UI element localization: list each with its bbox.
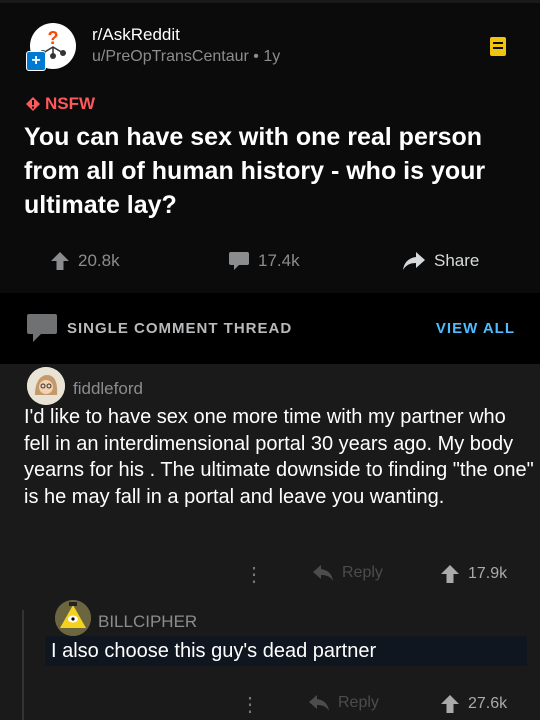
reply-vote-count: 27.6k: [468, 695, 508, 712]
thread-icon: [27, 314, 57, 342]
reply-icon: [309, 695, 329, 711]
reply-upvote-button[interactable]: 27.6k: [440, 694, 507, 714]
single-thread-bar: SINGLE COMMENT THREAD VIEW ALL: [0, 296, 540, 364]
post-author[interactable]: u/PreOpTransCentaur: [92, 48, 249, 65]
share-label: Share: [434, 251, 480, 270]
subreddit-name[interactable]: r/AskReddit: [92, 25, 180, 45]
comment-vote-count: 17.9k: [468, 565, 508, 582]
share-icon: [403, 252, 425, 270]
reply-label: Reply: [338, 694, 379, 711]
comment-author[interactable]: fiddleford: [73, 379, 143, 399]
share-button[interactable]: Share: [402, 246, 479, 276]
comment: fiddleford I'd like to have sex one more…: [0, 364, 540, 720]
post-card: ? + r/AskReddit u/PreOpTransCentaur • 1y…: [0, 3, 540, 293]
post-title[interactable]: You can have sex with one real person fr…: [24, 120, 504, 222]
more-icon[interactable]: ⋮: [240, 694, 260, 716]
meta-separator: •: [253, 48, 264, 65]
upvote-count: 20.8k: [78, 251, 120, 270]
upvote-icon: [441, 565, 459, 583]
upvote-icon: [51, 252, 69, 270]
view-all-link[interactable]: VIEW ALL: [436, 320, 515, 337]
upvote-icon: [441, 695, 459, 713]
reply-label: Reply: [342, 564, 383, 581]
comments-button[interactable]: 17.4k: [228, 246, 300, 276]
thread-label: SINGLE COMMENT THREAD: [67, 320, 293, 337]
nsfw-diamond-icon: [26, 97, 40, 111]
comment-icon: [229, 252, 249, 270]
reply-icon: [313, 565, 333, 581]
reply-author[interactable]: BILLCIPHER: [98, 612, 197, 632]
svg-text:?: ?: [48, 28, 59, 48]
comment-count: 17.4k: [258, 251, 300, 270]
bill-cipher-avatar-icon: [55, 600, 91, 636]
save-icon[interactable]: [489, 36, 507, 58]
commenter-avatar[interactable]: [27, 367, 65, 405]
post-meta: u/PreOpTransCentaur • 1y: [92, 48, 280, 66]
post-actions: 20.8k 17.4k Share: [0, 246, 540, 276]
reply-author-avatar[interactable]: [55, 600, 91, 636]
nsfw-tag: NSFW: [26, 94, 95, 114]
reply-button[interactable]: Reply: [308, 694, 379, 712]
reply-button[interactable]: Reply: [312, 564, 383, 582]
user-avatar-icon: [27, 367, 65, 405]
join-plus-icon[interactable]: +: [26, 51, 46, 71]
comment-body: I'd like to have sex one more time with …: [24, 406, 534, 508]
post-age: 1y: [263, 48, 281, 65]
comment-actions: ⋮ Reply 17.9k: [0, 564, 540, 590]
nsfw-label: NSFW: [45, 94, 96, 113]
more-icon[interactable]: ⋮: [244, 564, 264, 586]
reply-actions: ⋮ Reply 27.6k: [0, 694, 540, 720]
reply-body: I also choose this guy's dead partner: [45, 636, 527, 666]
upvote-button[interactable]: 20.8k: [50, 246, 120, 276]
comment-upvote-button[interactable]: 17.9k: [440, 564, 507, 584]
